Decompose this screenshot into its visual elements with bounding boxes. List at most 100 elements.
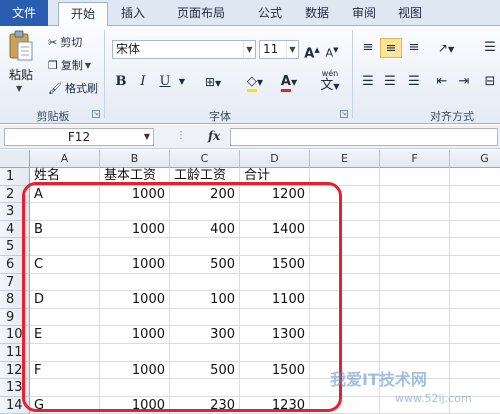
cell-e4[interactable]: [310, 220, 380, 239]
cell-c5[interactable]: [170, 238, 240, 256]
cell-b12[interactable]: 1000: [100, 361, 170, 380]
clipboard-launcher-icon[interactable]: ↘: [92, 110, 100, 118]
orientation-icon[interactable]: ↗▼: [432, 38, 460, 58]
cell-f5[interactable]: [380, 238, 450, 256]
cell-a12[interactable]: F: [30, 361, 100, 380]
cell-e10[interactable]: [310, 326, 380, 344]
row-header[interactable]: 6: [0, 256, 30, 274]
cell-a4[interactable]: B: [30, 220, 100, 239]
cell-b11[interactable]: [100, 344, 170, 362]
chevron-down-icon[interactable]: ▼: [176, 72, 188, 92]
cell-d8[interactable]: 1100: [240, 291, 310, 309]
merge-center-icon[interactable]: ⊟: [480, 72, 500, 92]
row-header[interactable]: 11: [0, 344, 30, 362]
cell-d3[interactable]: [240, 203, 310, 221]
cell-a7[interactable]: [30, 273, 100, 292]
cell-c2[interactable]: 200: [170, 185, 240, 204]
bold-button[interactable]: B: [112, 72, 130, 92]
cell-b13[interactable]: [100, 379, 170, 397]
row-header[interactable]: 9: [0, 308, 30, 327]
cell-f2[interactable]: [380, 185, 450, 204]
cell-g9[interactable]: [450, 309, 500, 327]
column-header-d[interactable]: D: [240, 150, 310, 168]
shrink-font-icon[interactable]: A▼: [323, 40, 341, 60]
cell-c4[interactable]: 400: [170, 220, 240, 239]
underline-button[interactable]: U: [156, 72, 174, 92]
copy-button[interactable]: ❐ 复制 ▼: [48, 57, 91, 73]
cell-a3[interactable]: [30, 203, 100, 221]
tab-page-layout[interactable]: 页面布局: [160, 0, 242, 26]
tab-file[interactable]: 文件: [0, 0, 48, 26]
format-painter-button[interactable]: 🖌 格式刷: [48, 80, 98, 96]
cell-d9[interactable]: [240, 308, 310, 327]
cell-e7[interactable]: [310, 273, 380, 292]
cell-a9[interactable]: [30, 308, 100, 327]
cell-c3[interactable]: [170, 203, 240, 221]
cell-b9[interactable]: [100, 308, 170, 327]
font-name-select[interactable]: 宋体 ▼: [112, 40, 256, 59]
cell-c13[interactable]: [170, 379, 240, 397]
row-header[interactable]: 10: [0, 326, 30, 344]
cell-d13[interactable]: [240, 379, 310, 397]
cell-g11[interactable]: [450, 344, 500, 362]
cell-c10[interactable]: 300: [170, 326, 240, 344]
cell-f3[interactable]: [380, 203, 450, 221]
row-header[interactable]: 3: [0, 203, 30, 221]
cell-d6[interactable]: 1500: [240, 256, 310, 274]
fill-color-icon[interactable]: ◇▼: [240, 72, 270, 92]
cell-f9[interactable]: [380, 308, 450, 327]
cell-f7[interactable]: [380, 273, 450, 292]
cell-d10[interactable]: 1300: [240, 326, 310, 344]
cell-c9[interactable]: [170, 308, 240, 327]
cell-f10[interactable]: [380, 326, 450, 344]
column-header-a[interactable]: A: [30, 150, 100, 168]
cell-a11[interactable]: [30, 344, 100, 362]
cell-g2[interactable]: [450, 186, 500, 204]
cell-b5[interactable]: [100, 238, 170, 256]
cell-e6[interactable]: [310, 256, 380, 274]
row-header[interactable]: 13: [0, 379, 30, 397]
cut-button[interactable]: ✂ 剪切: [48, 34, 82, 50]
cell-g4[interactable]: [450, 221, 500, 239]
cell-f8[interactable]: [380, 291, 450, 309]
tab-formulas[interactable]: 公式: [250, 0, 290, 26]
cell-f4[interactable]: [380, 220, 450, 239]
italic-button[interactable]: I: [134, 72, 152, 92]
cell-b14[interactable]: 1000: [100, 396, 170, 414]
cell-b10[interactable]: 1000: [100, 326, 170, 344]
cell-c1[interactable]: 工龄工资: [170, 168, 240, 186]
align-center-icon[interactable]: ☰: [380, 72, 400, 92]
row-header[interactable]: 12: [0, 361, 30, 380]
cell-d14[interactable]: 1230: [240, 396, 310, 414]
cell-b2[interactable]: 1000: [100, 185, 170, 204]
select-all-corner[interactable]: [0, 150, 30, 168]
tab-view[interactable]: 视图: [390, 0, 430, 26]
column-header-e[interactable]: E: [310, 150, 380, 168]
increase-indent-icon[interactable]: ⇥: [454, 72, 474, 92]
cell-b8[interactable]: 1000: [100, 291, 170, 309]
row-header[interactable]: 1: [0, 168, 30, 186]
cell-c11[interactable]: [170, 344, 240, 362]
cell-c14[interactable]: 230: [170, 396, 240, 414]
cell-g6[interactable]: [450, 256, 500, 274]
cell-a8[interactable]: D: [30, 291, 100, 309]
cell-a13[interactable]: [30, 379, 100, 397]
row-header[interactable]: 7: [0, 273, 30, 292]
cell-g12[interactable]: [450, 362, 500, 380]
cell-c7[interactable]: [170, 273, 240, 292]
insert-function-button[interactable]: fx: [208, 129, 220, 143]
tab-insert[interactable]: 插入: [115, 0, 151, 26]
cell-b6[interactable]: 1000: [100, 256, 170, 274]
cell-a1[interactable]: 姓名: [30, 168, 100, 186]
row-header[interactable]: 2: [0, 185, 30, 204]
cell-d4[interactable]: 1400: [240, 220, 310, 239]
cell-e14[interactable]: [310, 396, 380, 414]
cell-a6[interactable]: C: [30, 256, 100, 274]
cell-g10[interactable]: [450, 326, 500, 344]
column-header-f[interactable]: F: [380, 150, 450, 168]
tab-home[interactable]: 开始: [58, 2, 108, 27]
cell-a14[interactable]: G: [30, 396, 100, 414]
align-right-icon[interactable]: ☰: [404, 72, 424, 92]
row-header[interactable]: 5: [0, 238, 30, 256]
cell-a10[interactable]: E: [30, 326, 100, 344]
